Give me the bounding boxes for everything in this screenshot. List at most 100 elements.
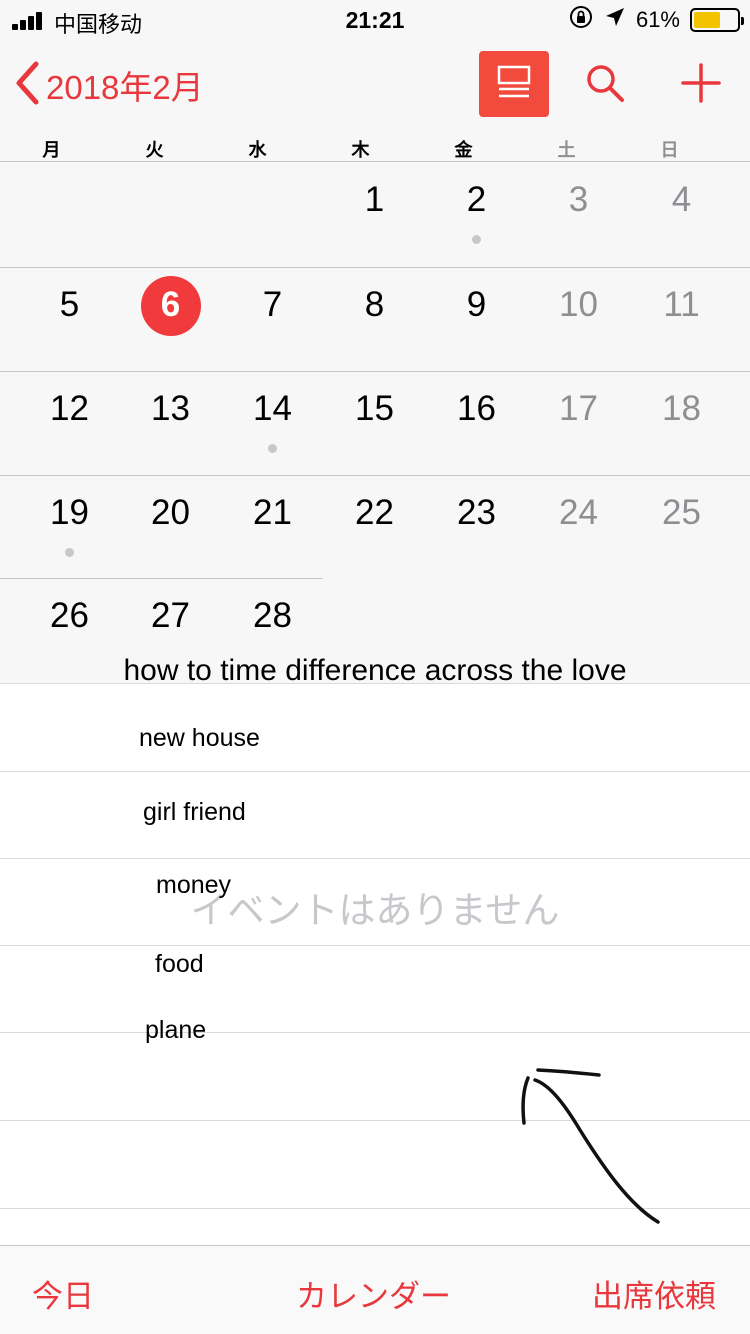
calendar-day[interactable]: 9 xyxy=(425,268,528,372)
calendar-day[interactable]: 21 xyxy=(221,476,324,580)
calendar-day[interactable]: 14 xyxy=(221,372,324,476)
calendar-day[interactable]: 7 xyxy=(221,268,324,372)
status-bar: 中国移动 21:21 61% xyxy=(0,0,750,40)
calendar-day[interactable]: 17 xyxy=(527,372,630,476)
day-number: 19 xyxy=(50,493,89,532)
hand-drawn-arrow-icon xyxy=(510,1060,670,1235)
day-number: 11 xyxy=(663,285,700,324)
list-view-button[interactable] xyxy=(479,51,549,117)
calendar-day[interactable]: 12 xyxy=(18,372,121,476)
calendar-day[interactable]: 22 xyxy=(323,476,426,580)
day-number: 5 xyxy=(59,285,80,324)
overlay-item: plane xyxy=(145,1016,207,1044)
day-number: 17 xyxy=(559,389,598,428)
weekday-wed: 水 xyxy=(248,140,267,160)
calendar-day[interactable]: 15 xyxy=(323,372,426,476)
day-number: 4 xyxy=(671,180,692,219)
calendar-day[interactable]: 25 xyxy=(630,476,733,580)
overlay-item: new house xyxy=(139,724,260,752)
day-number: 23 xyxy=(457,493,496,532)
day-number: 2 xyxy=(466,180,487,219)
calendar-day[interactable]: 19 xyxy=(18,476,121,580)
calendar-day[interactable]: 5 xyxy=(18,268,121,372)
battery-icon xyxy=(690,8,744,32)
event-list-row xyxy=(0,771,750,859)
back-button[interactable]: 2018年2月 xyxy=(14,61,204,108)
calendar-header-area: 中国移动 21:21 61% 2018年2月 月 火 水 木 金 土 日 1 2… xyxy=(0,0,750,687)
day-number: 7 xyxy=(262,285,283,324)
search-button[interactable] xyxy=(582,62,628,108)
weekday-fri: 金 xyxy=(454,140,473,160)
calendar-day[interactable]: 2 xyxy=(425,163,528,267)
today-day-number: 6 xyxy=(140,276,201,336)
no-events-text: イベントはありません xyxy=(190,890,560,931)
day-number: 24 xyxy=(559,493,598,532)
calendar-week-row: 19 20 21 22 23 24 25 xyxy=(0,475,750,579)
overlay-item: money xyxy=(156,871,232,899)
tab-calendars[interactable]: カレンダー xyxy=(296,1271,451,1316)
day-number: 8 xyxy=(364,285,385,324)
month-grid: 1 2 3 4 5 6 7 8 9 10 11 12 13 14 15 16 17 18 19 20 21 22 23 24 2… xyxy=(0,163,750,683)
month-title: 2018年2月 xyxy=(46,69,204,106)
calendar-day[interactable]: 3 xyxy=(527,163,630,267)
day-number: 27 xyxy=(151,596,190,635)
tab-inbox[interactable]: 出席依頼 xyxy=(592,1271,716,1316)
day-number: 1 xyxy=(364,180,385,219)
calendar-day[interactable]: 4 xyxy=(630,163,733,267)
calendar-day[interactable]: 1 xyxy=(323,163,426,267)
weekday-header: 月 火 水 木 金 土 日 xyxy=(0,130,750,162)
calendar-day[interactable]: 20 xyxy=(119,476,222,580)
search-icon xyxy=(585,63,625,108)
day-number: 10 xyxy=(559,285,598,324)
navigation-bar: 2018年2月 xyxy=(0,40,750,130)
day-number: 28 xyxy=(253,596,292,635)
calendar-day[interactable]: 13 xyxy=(119,372,222,476)
calendar-day[interactable]: 11 xyxy=(630,268,733,372)
day-number: 13 xyxy=(151,389,190,428)
calendar-day[interactable]: 10 xyxy=(527,268,630,372)
battery-percent: 61% xyxy=(635,7,680,32)
orientation-lock-icon xyxy=(568,4,594,36)
day-number: 22 xyxy=(355,493,394,532)
day-number: 21 xyxy=(253,493,292,532)
day-number: 26 xyxy=(50,596,89,635)
event-indicator-dot xyxy=(268,444,277,453)
day-number: 3 xyxy=(568,180,589,219)
calendar-day[interactable]: 16 xyxy=(425,372,528,476)
overlay-item: food xyxy=(155,950,204,978)
day-number: 16 xyxy=(457,389,496,428)
day-number: 9 xyxy=(466,285,487,324)
day-number: 20 xyxy=(151,493,190,532)
add-event-button[interactable] xyxy=(678,62,724,108)
day-number: 18 xyxy=(662,389,701,428)
tab-today[interactable]: 今日 xyxy=(32,1271,94,1316)
add-icon xyxy=(681,62,721,108)
calendar-day[interactable]: 8 xyxy=(323,268,426,372)
overlay-item: girl friend xyxy=(143,798,246,826)
location-arrow-icon xyxy=(604,6,626,34)
weekday-sat: 土 xyxy=(557,140,576,160)
weekday-sun: 日 xyxy=(660,140,679,160)
day-number: 15 xyxy=(355,389,394,428)
weekday-thu: 木 xyxy=(351,140,370,160)
weekday-mon: 月 xyxy=(42,140,61,160)
event-indicator-dot xyxy=(472,235,481,244)
day-number: 25 xyxy=(662,493,701,532)
calendar-day[interactable]: 24 xyxy=(527,476,630,580)
event-list-row xyxy=(0,684,750,772)
day-number: 12 xyxy=(50,389,89,428)
day-number: 14 xyxy=(253,389,292,428)
calendar-day[interactable]: 6 xyxy=(119,268,222,372)
list-view-icon xyxy=(497,65,531,104)
calendar-day[interactable]: 23 xyxy=(425,476,528,580)
battery-level xyxy=(694,12,720,28)
calendar-week-row: 12 13 14 15 16 17 18 xyxy=(0,371,750,475)
calendar-week-row: 1 2 3 4 xyxy=(0,163,750,267)
weekday-tue: 火 xyxy=(145,140,164,160)
calendar-week-row: 5 6 7 8 9 10 11 xyxy=(0,267,750,371)
event-indicator-dot xyxy=(65,548,74,557)
status-right: 61% xyxy=(568,4,744,36)
calendar-day[interactable]: 18 xyxy=(630,372,733,476)
event-list-row xyxy=(0,945,750,1033)
tab-bar: 今日 カレンダー 出席依頼 xyxy=(0,1245,750,1334)
